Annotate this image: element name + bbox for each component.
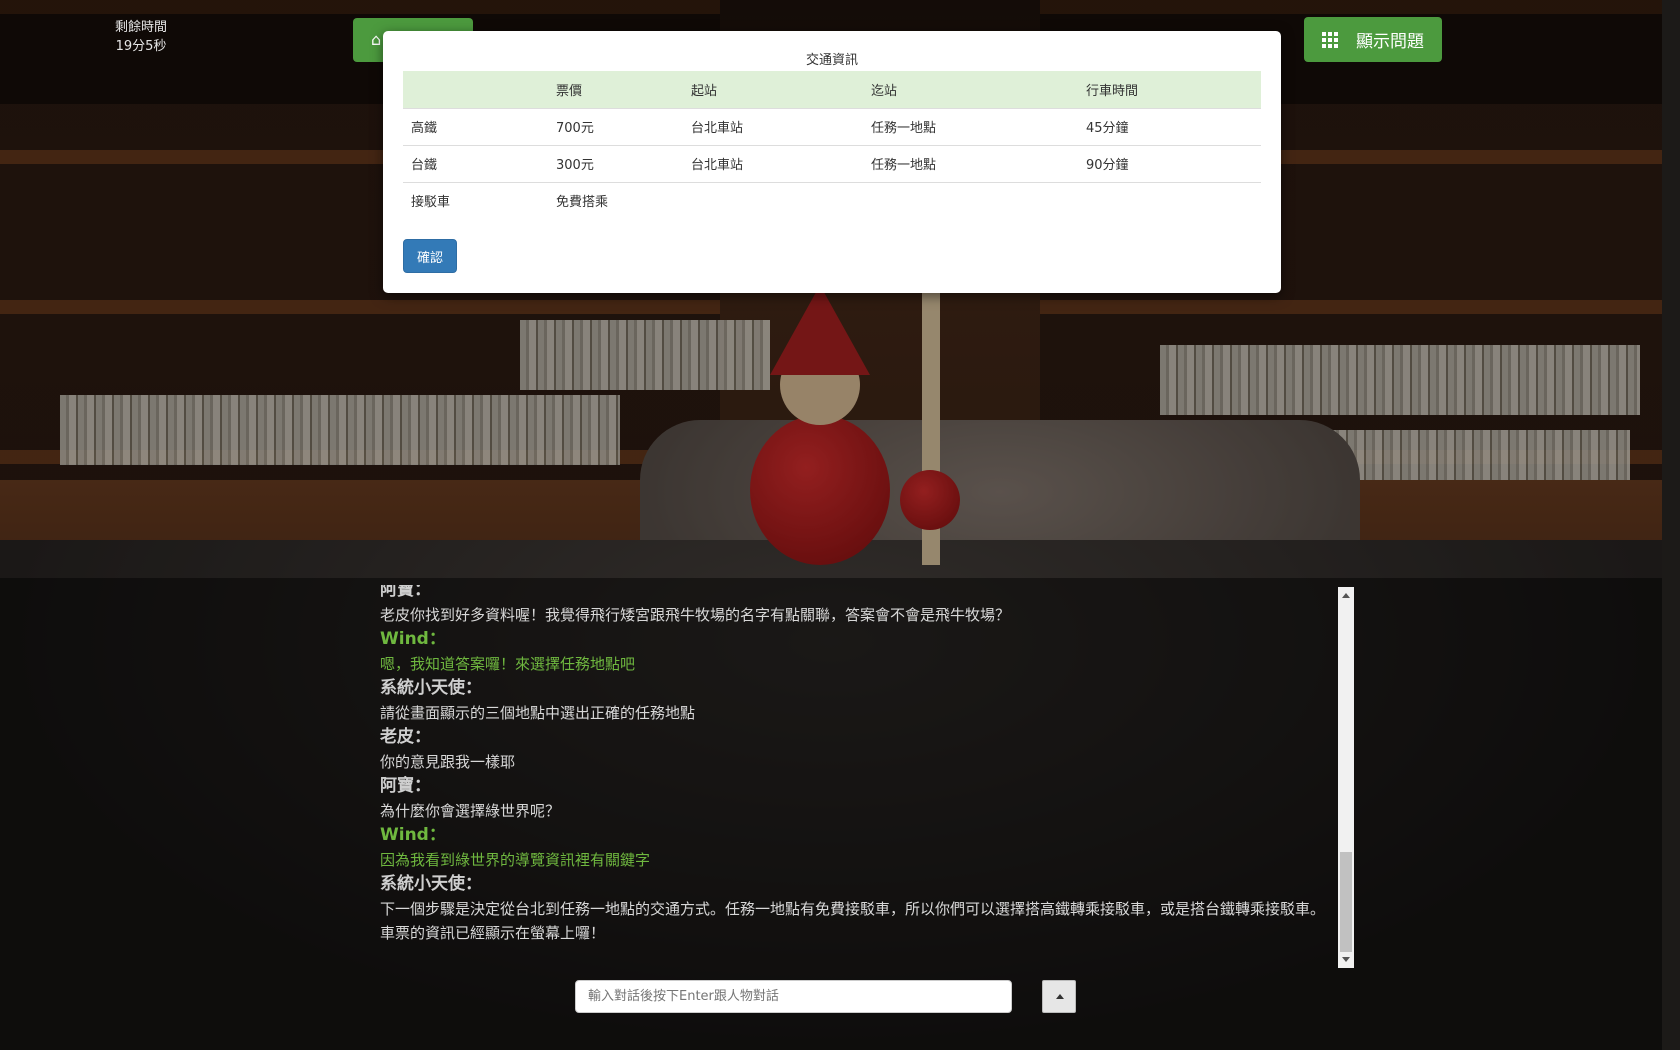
home-icon: ⌂ — [371, 30, 382, 49]
expand-button[interactable] — [1042, 980, 1076, 1013]
caret-up-icon — [1056, 994, 1064, 999]
column-header: 迄站 — [863, 71, 1078, 108]
transport-info-modal: 交通資訊 票價 起站 迄站 行車時間 高鐵 700元 台北車站 任務一地點 45… — [383, 31, 1281, 293]
chat-speaker: 系統小天使： — [380, 874, 482, 894]
table-cell: 台北車站 — [683, 107, 863, 145]
chat-message: 你的意見跟我一樣耶 — [380, 753, 516, 771]
table-cell: 任務一地點 — [863, 107, 1078, 145]
table-header-row: 票價 起站 迄站 行車時間 — [403, 71, 1261, 108]
table-cell: 台鐵 — [403, 144, 548, 182]
chat-message: 為什麼你會選擇綠世界呢？ — [380, 802, 561, 820]
timer-value: 19分5秒 — [115, 39, 167, 54]
chat-speaker: Wind： — [380, 629, 446, 649]
table-row: 接駁車 免費搭乘 — [403, 181, 1261, 219]
show-questions-label: 顯示問題 — [1356, 32, 1424, 52]
chat-input[interactable] — [575, 980, 1012, 1013]
chat-speaker: 阿寶： — [380, 585, 431, 600]
column-header — [403, 71, 548, 108]
chat-message: 嗯，我知道答案囉！來選擇任務地點吧 — [380, 655, 636, 673]
remaining-time: 剩餘時間 19分5秒 — [96, 18, 186, 56]
table-row: 高鐵 700元 台北車站 任務一地點 45分鐘 — [403, 107, 1261, 145]
table-cell — [1078, 181, 1261, 219]
show-questions-button[interactable]: 顯示問題 — [1304, 17, 1442, 62]
table-cell: 台北車站 — [683, 144, 863, 182]
column-header: 行車時間 — [1078, 71, 1261, 108]
chat-scrollbar[interactable] — [1338, 587, 1354, 968]
table-cell: 45分鐘 — [1078, 107, 1261, 145]
scroll-down-icon[interactable] — [1342, 957, 1350, 962]
table-cell: 700元 — [548, 107, 683, 145]
chat-log[interactable]: 阿寶： 老皮你找到好多資料喔！我覺得飛行矮宮跟飛牛牧場的名字有點關聯，答案會不會… — [372, 585, 1338, 967]
chat-message: 請從畫面顯示的三個地點中選出正確的任務地點 — [380, 704, 696, 722]
grid-icon — [1322, 31, 1338, 48]
chat-speaker: Wind： — [380, 825, 446, 845]
table-cell: 接駁車 — [403, 181, 548, 219]
table-cell: 任務一地點 — [863, 144, 1078, 182]
chat-speaker: 系統小天使： — [380, 678, 482, 698]
chat-messages: 阿寶： 老皮你找到好多資料喔！我覺得飛行矮宮跟飛牛牧場的名字有點關聯，答案會不會… — [380, 585, 1328, 945]
confirm-button[interactable]: 確認 — [403, 239, 457, 273]
chat-message: 老皮你找到好多資料喔！我覺得飛行矮宮跟飛牛牧場的名字有點關聯，答案會不會是飛牛牧… — [380, 606, 1011, 624]
chat-speaker: 老皮： — [380, 727, 431, 747]
scrollbar-thumb[interactable] — [1340, 852, 1352, 952]
modal-caption: 交通資訊 — [805, 53, 858, 68]
table-cell — [683, 181, 863, 219]
table-cell: 高鐵 — [403, 107, 548, 145]
timer-label: 剩餘時間 — [114, 20, 167, 35]
table-cell: 90分鐘 — [1078, 144, 1261, 182]
chat-speaker: 阿寶： — [380, 776, 431, 796]
scroll-up-icon[interactable] — [1342, 593, 1350, 598]
table-cell: 300元 — [548, 144, 683, 182]
column-header: 票價 — [548, 71, 683, 108]
transport-table: 票價 起站 迄站 行車時間 高鐵 700元 台北車站 任務一地點 45分鐘 台鐵… — [403, 71, 1261, 219]
chat-message: 因為我看到綠世界的導覽資訊裡有關鍵字 — [380, 851, 651, 869]
column-header: 起站 — [683, 71, 863, 108]
table-cell — [863, 181, 1078, 219]
table-cell: 免費搭乘 — [548, 181, 683, 219]
chat-message: 下一個步驟是決定從台北到任務一地點的交通方式。任務一地點有免費接駁車，所以你們可… — [380, 900, 1326, 942]
table-row: 台鐵 300元 台北車站 任務一地點 90分鐘 — [403, 144, 1261, 182]
